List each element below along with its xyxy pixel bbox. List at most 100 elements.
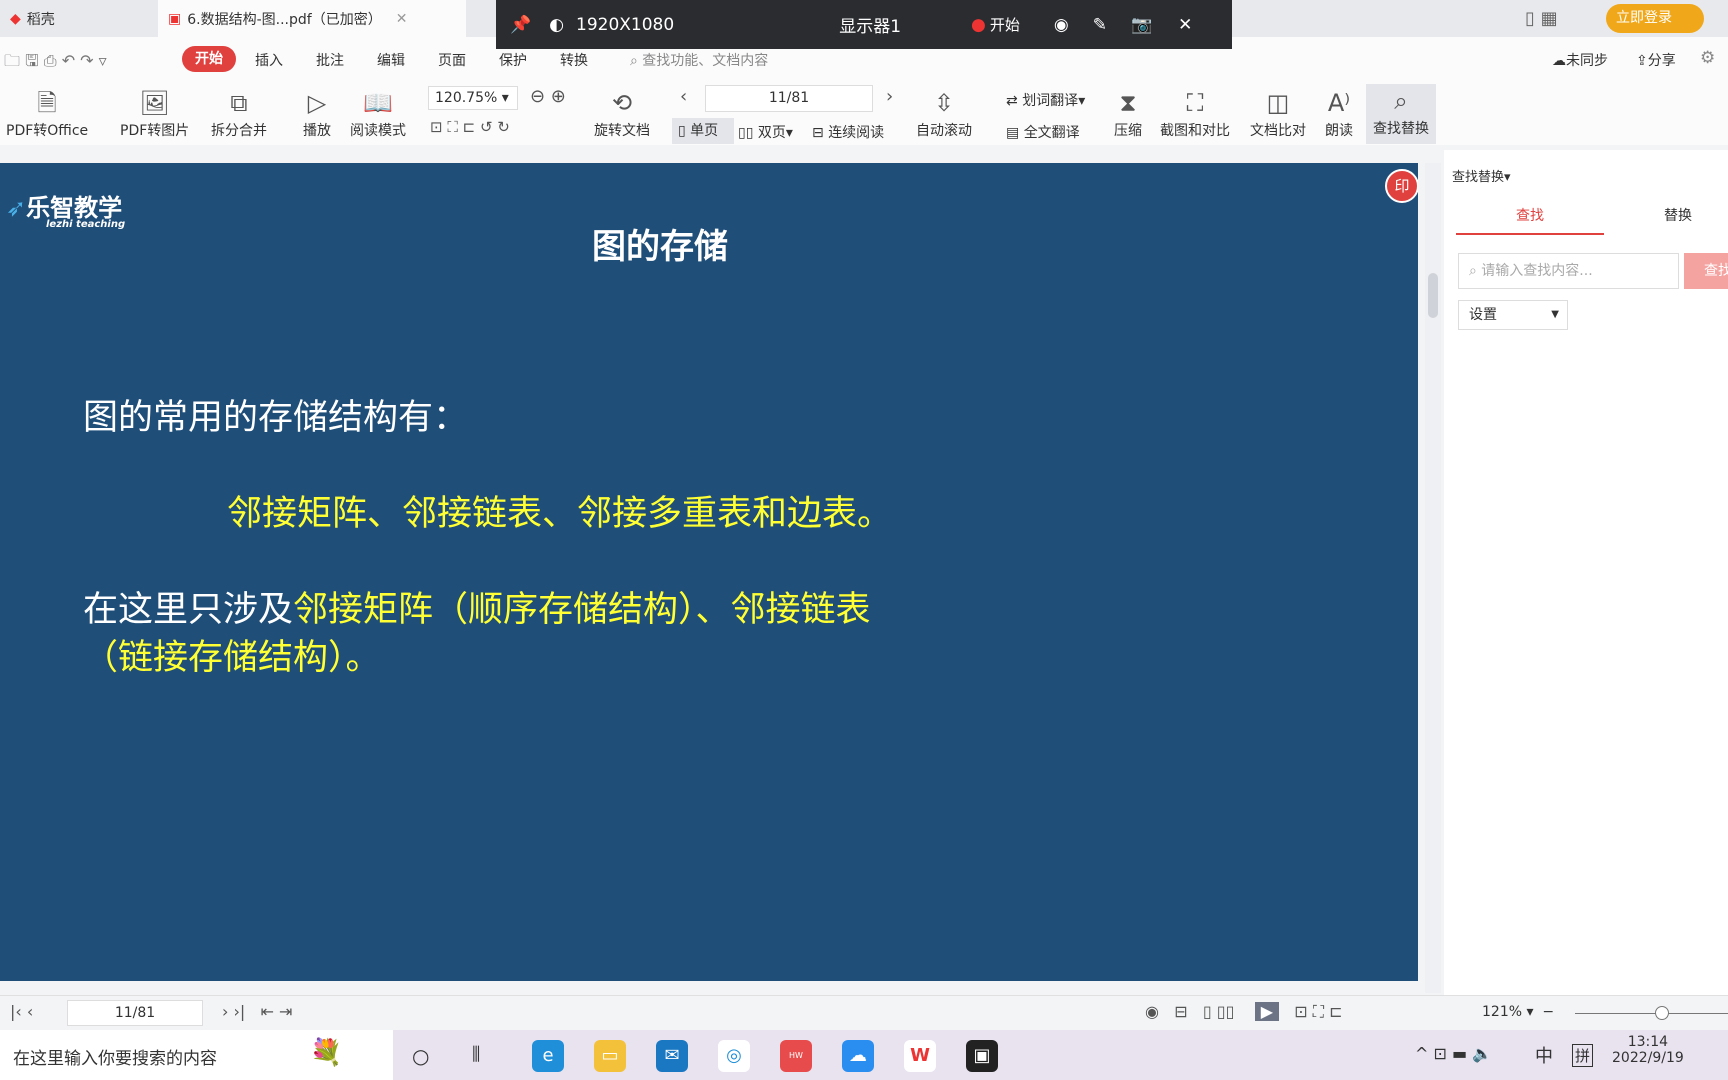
docer-icon: ◆: [10, 10, 21, 27]
play-button[interactable]: ▷ 播放: [303, 86, 331, 140]
menu-start[interactable]: 开始: [182, 46, 236, 72]
status-page-input[interactable]: 11/81: [67, 1000, 203, 1026]
first-prev-icons[interactable]: |‹ ‹: [10, 1002, 33, 1021]
feature-search[interactable]: ⌕ 查找功能、文档内容: [630, 50, 768, 70]
status-zoom[interactable]: 121% ▾ −: [1482, 1004, 1554, 1020]
share-button[interactable]: ⇪分享: [1636, 50, 1676, 70]
screenshot-icon: ⛶: [1186, 89, 1204, 117]
fit-rotate-icons[interactable]: ⊡ ⛶ ⊏ ↺ ↻: [430, 118, 510, 136]
resolution[interactable]: 1920X1080: [576, 15, 674, 35]
speaker-icon: A⁾: [1327, 89, 1351, 117]
zoom-out-in-icons[interactable]: ⊖ ⊕: [530, 86, 566, 107]
prev-page-icon[interactable]: ‹: [680, 86, 687, 107]
close-icon[interactable]: ✕: [1178, 15, 1192, 35]
tab-replace[interactable]: 替换: [1604, 205, 1728, 233]
pdf-to-office-button[interactable]: 🗎 PDF转Office: [6, 86, 88, 140]
logo-text: 乐智教学: [26, 194, 123, 222]
slide-line-3: 在这里只涉及邻接矩阵（顺序存储结构）、邻接链表: [83, 581, 871, 632]
compress-button[interactable]: ⧗ 压缩: [1114, 86, 1142, 140]
login-button[interactable]: 立即登录: [1606, 4, 1704, 33]
cloud-icon[interactable]: ☁: [842, 1040, 874, 1072]
label: 设置: [1469, 307, 1497, 323]
scrollbar-thumb[interactable]: [1428, 273, 1438, 318]
layout-icon[interactable]: ▯ ▦: [1525, 8, 1558, 29]
word-translate-button[interactable]: ⇄ 划词翻译▾: [1006, 90, 1085, 110]
menu-edit[interactable]: 编辑: [377, 50, 405, 70]
tab-find[interactable]: 查找: [1456, 205, 1604, 235]
clock[interactable]: 13:14 2022/9/19: [1612, 1034, 1684, 1066]
next-last-icons[interactable]: › ›| ⇤ ⇥: [222, 1002, 292, 1021]
mail-icon[interactable]: ✉: [656, 1040, 688, 1072]
auto-scroll-button[interactable]: ⇳ 自动滚动: [916, 86, 972, 140]
find-button[interactable]: 查找: [1684, 253, 1728, 289]
huawei-icon[interactable]: HW: [780, 1040, 812, 1072]
menu-convert[interactable]: 转换: [560, 50, 588, 70]
tab-label: 稻壳: [26, 11, 55, 28]
pdf-page: ➶乐智教学 lezhi teaching 印 图的存储 图的常用的存储结构有： 邻…: [0, 163, 1418, 981]
label: 截图和对比: [1160, 123, 1230, 139]
next-page-icon[interactable]: ›: [886, 86, 893, 107]
sync-button[interactable]: ☁未同步: [1552, 50, 1608, 70]
pen-icon[interactable]: ✎: [1093, 15, 1107, 35]
tray-icons[interactable]: ^ ⊡ ▬ 🔈: [1415, 1044, 1492, 1063]
rotate-doc-button[interactable]: ⟲ 旋转文档: [594, 86, 650, 140]
pin-icon[interactable]: 📌: [510, 15, 531, 35]
search-icon: ⌕: [630, 53, 638, 69]
find-placeholder: 请输入查找内容...: [1481, 263, 1593, 279]
find-replace-button[interactable]: ⌕ 查找替换: [1366, 84, 1436, 144]
search-icon: ⌕: [1394, 87, 1408, 115]
pdf-to-image-button[interactable]: 🖼 PDF转图片: [120, 86, 189, 140]
comment-icon[interactable]: ◉: [1054, 15, 1069, 35]
zoom-select[interactable]: 120.75% ▾: [428, 86, 518, 110]
doc-compare-button[interactable]: ◫ 文档比对: [1250, 86, 1306, 140]
explorer-icon[interactable]: ▭: [594, 1040, 626, 1072]
ime-mode[interactable]: 拼: [1572, 1044, 1594, 1067]
menu-annotate[interactable]: 批注: [316, 50, 344, 70]
zoom-slider[interactable]: [1575, 1013, 1728, 1014]
tab-pdf[interactable]: ▣ 6.数据结构-图...pdf（已加密） ✕: [158, 0, 466, 37]
menu-page[interactable]: 页面: [438, 50, 466, 70]
record-start-button[interactable]: 开始: [990, 14, 1020, 35]
browser-icon[interactable]: ◎: [718, 1040, 750, 1072]
taskbar-search[interactable]: 在这里输入你要搜索的内容 💐: [0, 1030, 393, 1080]
cortana-icon[interactable]: ○: [412, 1044, 429, 1068]
view-icons[interactable]: ◉ ⊟ ▯ ▯▯ ▶ ⊡ ⛶ ⊏: [1145, 1002, 1343, 1022]
double-page-button[interactable]: ▯▯ 双页▾: [738, 122, 793, 142]
scrollbar[interactable]: [1425, 163, 1441, 993]
feature-search-placeholder: 查找功能、文档内容: [642, 53, 769, 69]
label: 拆分合并: [211, 123, 267, 139]
ime-indicator[interactable]: 中: [1535, 1042, 1553, 1068]
close-icon[interactable]: ✕: [396, 11, 408, 27]
wps-icon[interactable]: W: [904, 1040, 936, 1072]
split-icon: ⧉: [230, 89, 248, 117]
display-select[interactable]: 显示器1: [839, 12, 901, 37]
read-mode-button[interactable]: 📖 阅读模式: [350, 86, 406, 140]
quick-access-icons[interactable]: 🗀 🖫 ⎙ ↶ ↷ ▿: [4, 50, 107, 77]
label: PDF转Office: [6, 123, 89, 139]
recorder-icon[interactable]: ▣: [966, 1040, 998, 1072]
zoom-slider-handle[interactable]: [1655, 1006, 1669, 1020]
read-aloud-button[interactable]: A⁾ 朗读: [1325, 86, 1353, 140]
page-input[interactable]: 11/81: [705, 85, 873, 112]
edge-icon[interactable]: e: [532, 1040, 564, 1072]
text-white: 在这里只涉及: [83, 590, 294, 630]
screenshot-compare-button[interactable]: ⛶ 截图和对比: [1160, 86, 1230, 140]
find-input[interactable]: ⌕ 请输入查找内容...: [1458, 253, 1679, 289]
page-value: 11/81: [768, 90, 810, 106]
panel-title[interactable]: 查找替换▾: [1452, 166, 1511, 185]
menu-insert[interactable]: 插入: [255, 50, 283, 70]
stamp-icon[interactable]: 印: [1385, 169, 1418, 203]
camera-icon[interactable]: 📷: [1131, 15, 1152, 35]
settings-dropdown[interactable]: 设置 ▼: [1458, 300, 1568, 330]
split-merge-button[interactable]: ⧉ 拆分合并: [211, 86, 267, 140]
full-translate-button[interactable]: ▤ 全文翻译: [1006, 122, 1080, 142]
task-view-icon[interactable]: ⫼: [472, 1044, 480, 1065]
contrast-icon[interactable]: ◐: [549, 15, 564, 35]
tab-docer[interactable]: ◆ 稻壳: [0, 0, 155, 37]
scroll-icon: ⇳: [933, 89, 955, 117]
settings-icon[interactable]: ⚙: [1700, 48, 1715, 68]
single-page-button[interactable]: ▯ 单页: [672, 118, 734, 144]
menu-protect[interactable]: 保护: [499, 50, 527, 70]
time: 13:14: [1627, 1034, 1669, 1050]
continuous-read-button[interactable]: ⊟ 连续阅读: [812, 122, 884, 142]
